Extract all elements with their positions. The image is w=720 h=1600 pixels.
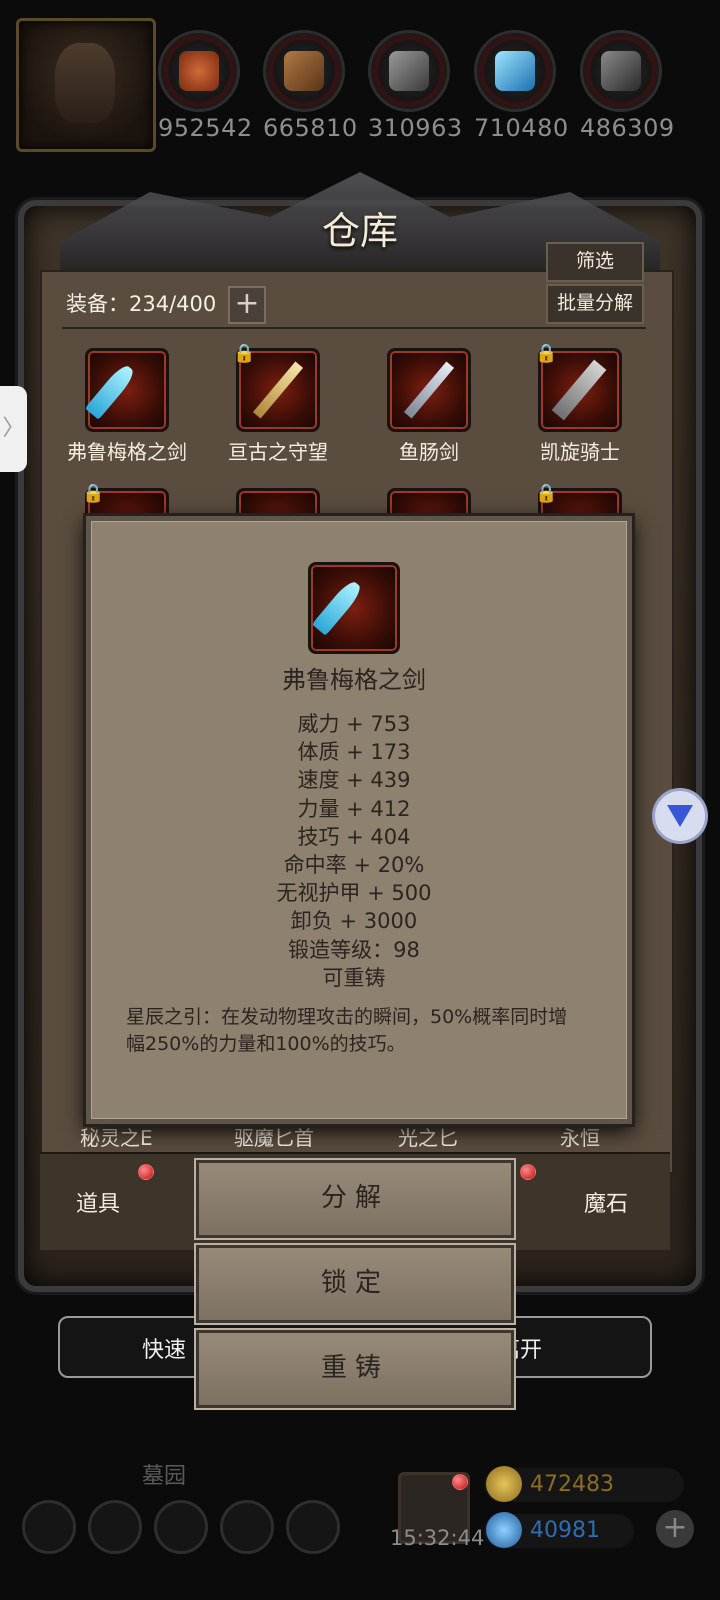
meat-icon [179, 51, 219, 91]
stat-line: 体质 + 173 [297, 740, 411, 765]
portrait-face [55, 43, 115, 123]
sword-icon [551, 359, 607, 421]
item-name: 秘灵之E [80, 1126, 153, 1150]
tooltip-stats: 威力 + 753 体质 + 173 速度 + 439 力量 + 412 技巧 +… [86, 710, 622, 992]
menu-icon[interactable] [286, 1500, 340, 1554]
tooltip-item-icon [308, 562, 400, 654]
menu-icon[interactable] [154, 1500, 208, 1554]
iron-icon [389, 51, 429, 91]
stat-line: 无视护甲 + 500 [276, 881, 432, 906]
stat-line: 威力 + 753 [297, 712, 411, 736]
warehouse-title: 仓库 [321, 209, 398, 253]
item-name: 永恒 [560, 1126, 600, 1150]
item-name: 弗鲁梅格之剑 [67, 440, 187, 464]
notification-dot [452, 1474, 468, 1490]
item-name: 光之匕 [398, 1126, 458, 1150]
stat-line: 速度 + 439 [297, 768, 411, 793]
resource-value: 952542 [158, 114, 253, 142]
sword-icon [403, 361, 455, 419]
resource-value: 665810 [263, 114, 358, 142]
resource-value: 486309 [580, 114, 675, 142]
stat-line: 技巧 + 404 [297, 824, 411, 849]
quick-button[interactable]: 快速 [142, 1332, 186, 1364]
stat-line: 力量 + 412 [297, 796, 411, 821]
clock: 15:32:44 [390, 1526, 485, 1550]
item-name: 驱魔匕首 [234, 1126, 314, 1150]
divider [62, 327, 646, 329]
item-slot[interactable]: 🔒 凯旋骑士 [505, 343, 655, 465]
resource-stone: 486309 [580, 30, 675, 142]
stone-icon [601, 51, 641, 91]
gem-icon [486, 1512, 522, 1548]
player-portrait[interactable] [16, 18, 156, 152]
gold-coin-icon [486, 1466, 522, 1502]
reforge-button[interactable]: 重铸 [194, 1328, 516, 1410]
tab-items[interactable]: 道具 [76, 1186, 120, 1218]
resource-value: 710480 [474, 114, 569, 142]
resource-value: 310963 [368, 114, 463, 142]
v-logo-icon [667, 805, 693, 827]
tooltip-item-name: 弗鲁梅格之剑 [282, 666, 426, 694]
equip-count: 装备：234/400 [66, 292, 217, 316]
lock-button[interactable]: 锁定 [194, 1243, 516, 1325]
sword-icon [252, 361, 304, 419]
resource-crystal: 710480 [474, 30, 569, 142]
floating-assistant-button[interactable] [652, 788, 708, 844]
side-drawer-handle[interactable]: 〉 [0, 386, 27, 472]
gold-amount: 472483 [530, 1472, 614, 1497]
lock-icon: 🔒 [535, 343, 558, 364]
item-slot[interactable]: 鱼肠剑 [354, 348, 504, 465]
decompose-button[interactable]: 分解 [194, 1158, 516, 1240]
lock-icon: 🔒 [535, 483, 558, 504]
sword-icon [311, 578, 365, 636]
filter-button[interactable]: 筛选 [546, 242, 644, 282]
item-slot[interactable]: 弗鲁梅格之剑 [52, 348, 202, 465]
resource-wood: 665810 [263, 30, 358, 142]
batch-decompose-button[interactable]: 批量分解 [546, 284, 644, 324]
item-name: 鱼肠剑 [399, 440, 459, 464]
expand-capacity-button[interactable]: + [228, 286, 266, 324]
resource-iron: 310963 [368, 30, 463, 142]
item-slot[interactable]: 🔒 亘古之守望 [203, 343, 353, 465]
crystal-icon [495, 51, 535, 91]
resource-meat: 952542 [158, 30, 253, 142]
lock-icon: 🔒 [82, 483, 105, 504]
notification-dot [520, 1164, 536, 1180]
stat-line: 锻造等级：98 [288, 937, 420, 962]
stat-line: 命中率 + 20% [283, 853, 425, 878]
item-name: 亘古之守望 [228, 440, 328, 464]
gem-amount: 40981 [530, 1518, 600, 1543]
wood-icon [284, 51, 324, 91]
notification-dot [138, 1164, 154, 1180]
sword-icon [84, 362, 138, 420]
add-currency-button[interactable]: + [656, 1510, 694, 1548]
stat-line: 卸负 + 3000 [290, 909, 418, 934]
item-name: 凯旋骑士 [540, 440, 620, 464]
lock-icon: 🔒 [233, 343, 256, 364]
tooltip-description: 星辰之引：在发动物理攻击的瞬间，50%概率同时增幅250%的力量和100%的技巧… [126, 1006, 568, 1055]
tab-magic-stone[interactable]: 魔石 [584, 1186, 628, 1218]
cemetery-label: 墓园 [142, 1464, 187, 1489]
menu-icon[interactable] [22, 1500, 76, 1554]
menu-icon[interactable] [88, 1500, 142, 1554]
stat-line: 可重铸 [322, 965, 386, 990]
menu-icon[interactable] [220, 1500, 274, 1554]
